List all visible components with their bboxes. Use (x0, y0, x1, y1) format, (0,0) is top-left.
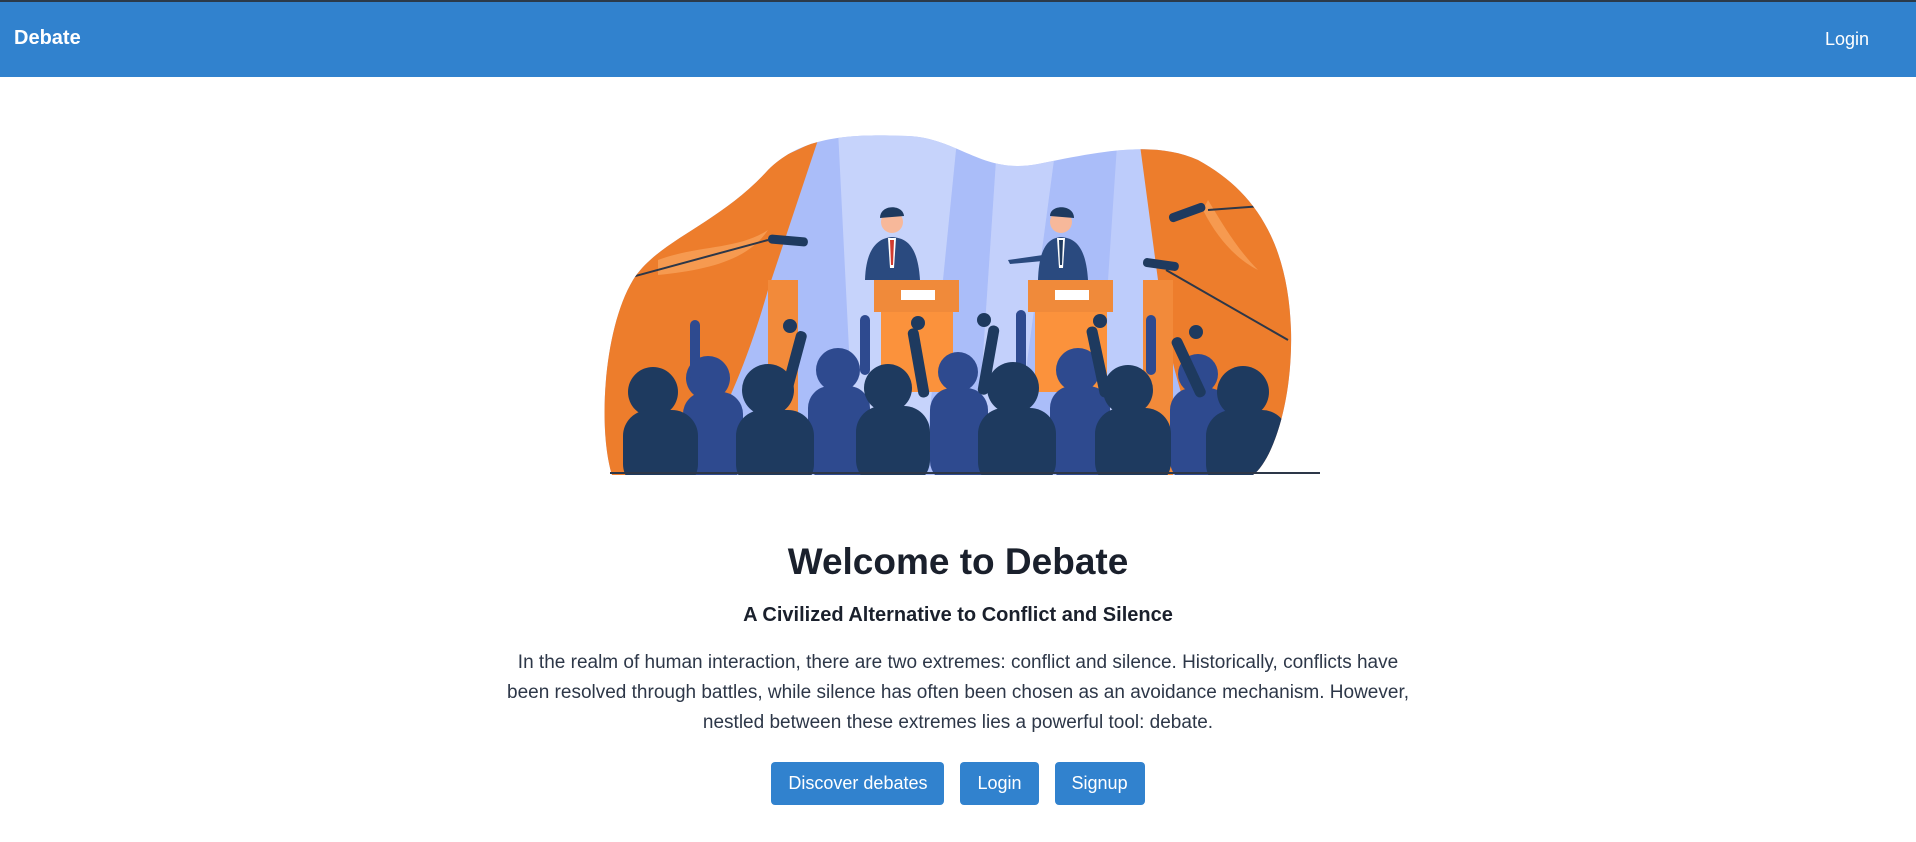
debate-stage-illustration (604, 135, 1320, 475)
hero-content: Welcome to Debate A Civilized Alternativ… (0, 530, 1916, 805)
intro-paragraph: In the realm of human interaction, there… (507, 652, 1409, 733)
top-navbar: Debate Login (0, 0, 1916, 77)
action-buttons: Discover debates Login Signup (0, 762, 1916, 805)
login-button[interactable]: Login (960, 762, 1039, 805)
page-subtitle: A Civilized Alternative to Conflict and … (743, 604, 1173, 626)
navbar-login-link[interactable]: Login (1825, 29, 1869, 50)
brand-logo-link[interactable]: Debate (14, 27, 81, 50)
signup-button[interactable]: Signup (1054, 762, 1145, 805)
page-title: Welcome to Debate (787, 541, 1129, 582)
discover-debates-button[interactable]: Discover debates (771, 762, 945, 805)
